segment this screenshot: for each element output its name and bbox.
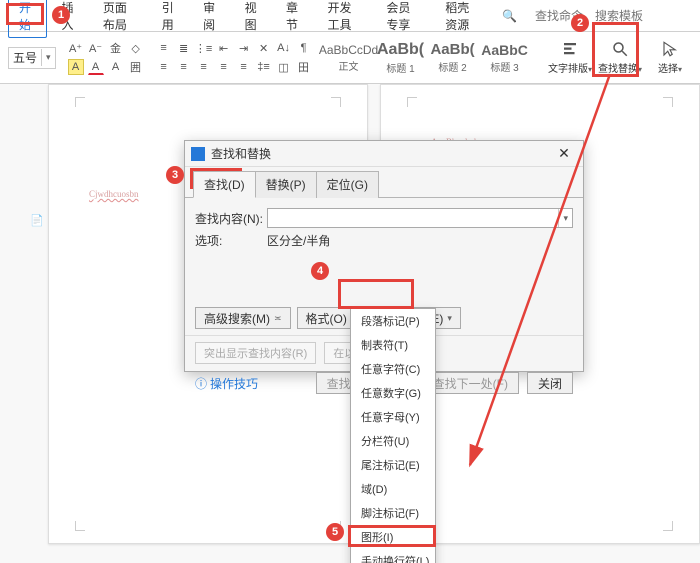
menu-any-digit[interactable]: 任意数字(G) (351, 381, 435, 405)
advanced-search-button[interactable]: 高级搜索(M) ≍ (195, 307, 291, 329)
menu-endnote-mark[interactable]: 尾注标记(E) (351, 453, 435, 477)
sidebar-page-icon[interactable]: 📄 (30, 214, 48, 230)
callout-num-5: 5 (326, 523, 344, 541)
options-label: 选项: (195, 232, 267, 249)
line-spacing-icon[interactable]: ‡≡ (256, 59, 272, 75)
multilevel-icon[interactable]: ⋮≡ (196, 40, 212, 56)
tab-replace[interactable]: 替换(P) (255, 171, 317, 198)
find-content-label: 查找内容(N): (195, 210, 267, 227)
char-border-icon[interactable]: 囲 (128, 59, 144, 75)
dialog-title: 查找和替换 (211, 145, 551, 162)
callout-num-2: 2 (571, 14, 589, 32)
menu-column-break[interactable]: 分栏符(U) (351, 429, 435, 453)
page1-text: Cjwdhcuosbn (89, 189, 139, 199)
dialog-titlebar[interactable]: 查找和替换 ✕ (185, 141, 583, 167)
cursor-icon (661, 40, 679, 58)
ribbon-toolbar: 五号 ▾ A⁺ A⁻ 金 ◇ A A A 囲 ≡ ≣ ⋮≡ ⇤ ⇥ ✕ A↓ ¶… (0, 32, 700, 84)
menu-graphic[interactable]: 图形(I) (351, 525, 435, 549)
decrease-indent-icon[interactable]: ⇤ (216, 40, 232, 56)
info-icon: ⓘ (195, 375, 207, 392)
increase-indent-icon[interactable]: ⇥ (236, 40, 252, 56)
distribute-icon[interactable]: ≡ (236, 59, 252, 75)
show-marks-icon[interactable]: ¶ (296, 40, 312, 56)
borders-icon[interactable]: 田 (296, 59, 312, 75)
dialog-tabs: 查找(D) 替换(P) 定位(G) (185, 167, 583, 198)
magnifier-icon (611, 40, 629, 58)
app-icon (191, 147, 205, 161)
find-next-button: 查找下一处(F) (422, 372, 519, 394)
close-dialog-button[interactable]: 关闭 (527, 372, 573, 394)
font-size-value: 五号 (9, 49, 42, 66)
menu-any-char[interactable]: 任意字符(C) (351, 357, 435, 381)
menu-footnote-mark[interactable]: 脚注标记(F) (351, 501, 435, 525)
align-center-icon[interactable]: ≡ (176, 59, 192, 75)
callout-num-3: 3 (166, 166, 184, 184)
increase-font-icon[interactable]: A⁺ (68, 40, 84, 56)
paragraph-tools: ≡ ≣ ⋮≡ ⇤ ⇥ ✕ A↓ ¶ ≡ ≡ ≡ ≡ ≡ ‡≡ ◫ 田 (156, 40, 312, 75)
right-tools: 文字排版▾ 查找替换▾ 选择▾ (548, 36, 692, 80)
decrease-font-icon[interactable]: A⁻ (88, 40, 104, 56)
styles-gallery: AaBbCcDd正文 AaBb(标题 1 AaBb(标题 2 AaBbC标题 3 (324, 38, 530, 78)
menu-manual-line-break[interactable]: 手动换行符(L) (351, 549, 435, 563)
ribbon-tabs: 开始 插入 页面布局 引用 审阅 视图 章节 开发工具 会员专享 稻壳资源 🔍 (0, 0, 700, 32)
align-left-icon[interactable]: ≡ (156, 59, 172, 75)
font-color-icon[interactable]: A (88, 59, 104, 75)
close-button[interactable]: ✕ (551, 145, 577, 162)
align-justify-icon[interactable]: ≡ (216, 59, 232, 75)
highlight-results-button: 突出显示查找内容(R) (195, 342, 316, 364)
tips-link[interactable]: ⓘ操作技巧 (195, 375, 258, 392)
command-search-input[interactable] (533, 8, 692, 24)
align-right-icon[interactable]: ≡ (196, 59, 212, 75)
change-case-icon[interactable]: 金 (108, 40, 124, 56)
sort-icon[interactable]: A↓ (276, 40, 292, 56)
style-heading3[interactable]: AaBbC标题 3 (480, 38, 530, 78)
char-shading-icon[interactable]: A (108, 59, 124, 75)
style-normal[interactable]: AaBbCcDd正文 (324, 38, 374, 78)
dropdown-arrow-icon: ▾ (42, 52, 55, 63)
find-content-input[interactable]: ▾ (267, 208, 573, 228)
special-format-menu: 段落标记(P) 制表符(T) 任意字符(C) 任意数字(G) 任意字母(Y) 分… (350, 308, 436, 563)
menu-tab-char[interactable]: 制表符(T) (351, 333, 435, 357)
bullets-icon[interactable]: ≡ (156, 40, 172, 56)
clear-format-icon[interactable]: ◇ (128, 40, 144, 56)
shading-icon[interactable]: ◫ (276, 59, 292, 75)
highlight-icon[interactable]: A (68, 59, 84, 75)
tab-find[interactable]: 查找(D) (193, 171, 256, 198)
font-tools: A⁺ A⁻ 金 ◇ A A A 囲 (68, 40, 144, 75)
numbering-icon[interactable]: ≣ (176, 40, 192, 56)
callout-num-4: 4 (311, 262, 329, 280)
options-value: 区分全/半角 (267, 232, 330, 249)
style-heading2[interactable]: AaBb(标题 2 (428, 38, 478, 78)
font-size-selector[interactable]: 五号 ▾ (8, 47, 56, 69)
menu-any-letter[interactable]: 任意字母(Y) (351, 405, 435, 429)
callout-num-1: 1 (52, 6, 70, 24)
tab-goto[interactable]: 定位(G) (316, 171, 379, 198)
style-heading1[interactable]: AaBb(标题 1 (376, 38, 426, 78)
text-direction-button[interactable]: 文字排版▾ (548, 36, 592, 80)
text-tools-icon[interactable]: ✕ (256, 40, 272, 56)
text-direction-icon (561, 40, 579, 58)
select-button[interactable]: 选择▾ (648, 36, 692, 80)
menu-field[interactable]: 域(D) (351, 477, 435, 501)
dropdown-arrow-icon[interactable]: ▾ (558, 209, 572, 227)
menu-paragraph-mark[interactable]: 段落标记(P) (351, 309, 435, 333)
find-replace-button[interactable]: 查找替换▾ (598, 36, 642, 80)
search-icon: 🔍 (502, 9, 517, 23)
